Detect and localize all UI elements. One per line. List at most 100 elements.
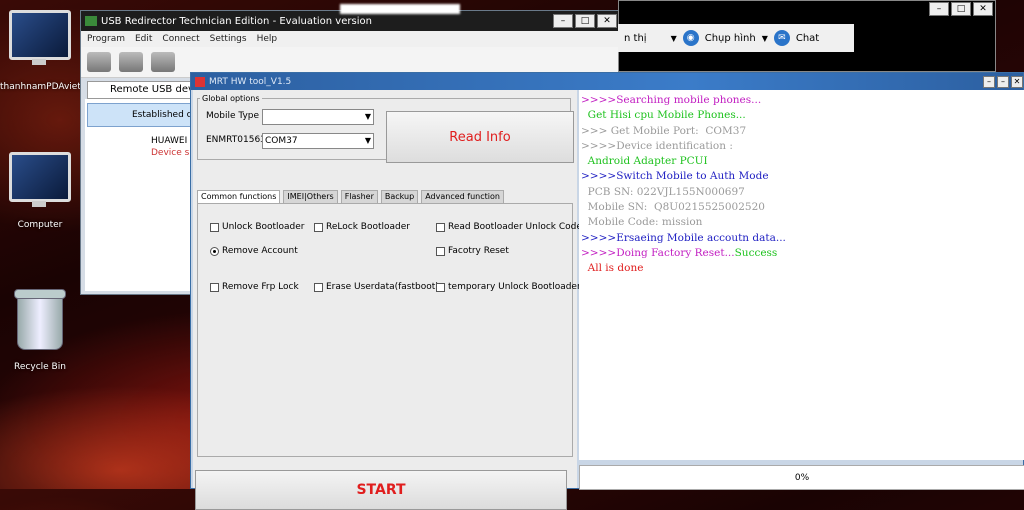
option-label: Remove Frp Lock bbox=[222, 282, 299, 292]
erase-userdata-option[interactable]: Erase Userdata(fastboot) bbox=[314, 282, 439, 292]
log-line-text: >>> Get Mobile Port: COM37 bbox=[581, 124, 747, 137]
desktop-icon-recycle-bin[interactable]: Recycle Bin bbox=[0, 289, 80, 372]
log-line-text: >>>>Device identification : bbox=[581, 139, 733, 152]
close-button[interactable]: ✕ bbox=[973, 2, 993, 16]
capture-button[interactable]: Chụp hình bbox=[705, 33, 756, 44]
port-select[interactable]: COM37 ▼ bbox=[262, 133, 374, 149]
maximize-button[interactable]: □ bbox=[575, 14, 595, 28]
minimize-button[interactable]: – bbox=[997, 75, 1009, 88]
tab-advanced-function[interactable]: Advanced function bbox=[421, 190, 504, 204]
log-line-text: All is done bbox=[581, 262, 644, 275]
start-button[interactable]: START bbox=[195, 470, 567, 510]
chat-button[interactable]: Chat bbox=[796, 33, 819, 44]
log-line: >>>>Device identification : bbox=[581, 139, 1024, 154]
log-line: >>>>Doing Factory Reset...Success bbox=[581, 246, 1024, 261]
desktop-icon-label: Computer bbox=[17, 220, 63, 230]
tab-common-functions[interactable]: Common functions bbox=[197, 190, 281, 204]
left-pane: Global options Mobile Type ▼ ENMRT01563 … bbox=[193, 90, 582, 510]
remove-account-option[interactable]: Remove Account bbox=[210, 246, 298, 256]
minimize-button[interactable]: – bbox=[929, 2, 949, 16]
relock-bootloader-option[interactable]: ReLock Bootloader bbox=[314, 222, 410, 232]
blurred-header-strip bbox=[340, 4, 460, 14]
usb-plug-icon[interactable] bbox=[119, 52, 143, 72]
log-line-text: PCB SN: 022VJL155N000697 bbox=[581, 185, 745, 198]
tab-imei-others[interactable]: IMEI|Others bbox=[283, 190, 338, 204]
option-label: ReLock Bootloader bbox=[326, 222, 410, 232]
usb-window-title: USB Redirector Technician Edition - Eval… bbox=[101, 15, 372, 27]
menu-settings[interactable]: Settings bbox=[210, 34, 247, 44]
tab-backup[interactable]: Backup bbox=[380, 190, 419, 204]
global-options-legend: Global options bbox=[202, 94, 260, 103]
recycle-bin-icon bbox=[14, 289, 66, 350]
close-button[interactable]: ✕ bbox=[597, 14, 617, 28]
port-label: ENMRT01563 bbox=[206, 135, 266, 145]
device-status: Device s bbox=[151, 148, 190, 158]
log-line-text: >>>>Switch Mobile to Auth Mode bbox=[581, 170, 769, 183]
tab-flasher[interactable]: Flasher bbox=[340, 190, 378, 204]
chevron-down-icon: ▼ bbox=[364, 112, 371, 121]
log-line: >>> Get Mobile Port: COM37 bbox=[581, 124, 1024, 139]
temporary-unlock-option[interactable]: temporary Unlock Bootloader bbox=[436, 282, 581, 292]
chat-icon[interactable]: ✉ bbox=[773, 30, 790, 46]
imac-icon bbox=[9, 10, 71, 65]
log-line-suffix: Success bbox=[734, 246, 778, 259]
option-label: Read Bootloader Unlock Code bbox=[448, 222, 582, 232]
minimize-button[interactable]: – bbox=[553, 14, 573, 28]
dropdown-arrow-icon[interactable]: ▼ bbox=[762, 34, 768, 43]
menu-help[interactable]: Help bbox=[257, 34, 278, 44]
function-tabs: Common functions IMEI|Others Flasher Bac… bbox=[197, 190, 504, 204]
desktop-icon-label: thanhnamPDAviet bbox=[0, 82, 81, 92]
desktop-icon-computer[interactable]: Computer bbox=[0, 152, 80, 230]
log-line-text: Android Adapter PCUI bbox=[581, 155, 708, 168]
chevron-down-icon: ▼ bbox=[364, 136, 371, 145]
mrt-app-icon bbox=[195, 76, 205, 87]
usb-titlebar[interactable]: USB Redirector Technician Edition - Eval… bbox=[81, 11, 621, 31]
tree-item-huawei[interactable]: HUAWEI Device s bbox=[151, 135, 189, 159]
checkbox[interactable] bbox=[436, 222, 445, 232]
checkbox[interactable] bbox=[314, 282, 323, 292]
mrt-titlebar[interactable]: MRT HW tool_V1.5 – – ✕ bbox=[191, 73, 1023, 90]
option-label: Unlock Bootloader bbox=[222, 222, 305, 232]
checkbox[interactable] bbox=[210, 222, 219, 232]
read-unlock-code-option[interactable]: Read Bootloader Unlock Code bbox=[436, 222, 582, 232]
option-label: temporary Unlock Bootloader bbox=[448, 282, 581, 292]
log-line: >>>>Switch Mobile to Auth Mode bbox=[581, 169, 1024, 184]
read-info-button[interactable]: Read Info bbox=[386, 111, 574, 163]
log-line: Mobile SN: Q8U0215525002520 bbox=[581, 200, 1024, 215]
log-line: >>>>Ersaeing Mobile accoutn data... bbox=[581, 231, 1024, 246]
common-functions-panel: Unlock Bootloader ReLock Bootloader Read… bbox=[197, 203, 582, 457]
desktop-icon-label: Recycle Bin bbox=[14, 362, 66, 372]
log-line: PCB SN: 022VJL155N000697 bbox=[581, 185, 1024, 200]
remove-frp-option[interactable]: Remove Frp Lock bbox=[210, 282, 299, 292]
global-options-group: Global options Mobile Type ▼ ENMRT01563 … bbox=[197, 94, 574, 163]
progress-percent: 0% bbox=[794, 472, 810, 483]
menu-program[interactable]: Program bbox=[87, 34, 125, 44]
log-line: Android Adapter PCUI bbox=[581, 154, 1024, 169]
usb-plug-icon[interactable] bbox=[151, 52, 175, 72]
menu-edit[interactable]: Edit bbox=[135, 34, 152, 44]
disconnect-icon[interactable] bbox=[87, 52, 111, 72]
factory-reset-option[interactable]: Facotry Reset bbox=[436, 246, 509, 256]
chat-toolbar: n thị ▼ ◉ Chụp hình ▼ ✉ Chat bbox=[618, 24, 854, 52]
port-value: COM37 bbox=[265, 136, 298, 146]
log-output: >>>>Searching mobile phones... Get Hisi … bbox=[579, 90, 1024, 460]
computer-icon bbox=[9, 152, 71, 207]
unlock-bootloader-option[interactable]: Unlock Bootloader bbox=[210, 222, 305, 232]
radio-button[interactable] bbox=[210, 246, 219, 256]
desktop-icon-thanhnam[interactable]: thanhnamPDAviet bbox=[0, 10, 81, 92]
maximize-button[interactable]: □ bbox=[951, 2, 971, 16]
checkbox[interactable] bbox=[210, 282, 219, 292]
dropdown-arrow-icon[interactable]: ▼ bbox=[671, 34, 677, 43]
tree-item-established[interactable]: Established co bbox=[87, 103, 195, 127]
menu-connect[interactable]: Connect bbox=[162, 34, 199, 44]
log-line: All is done bbox=[581, 261, 1024, 276]
checkbox[interactable] bbox=[436, 282, 445, 292]
log-line-text: Mobile Code: mission bbox=[581, 216, 703, 229]
minimize-button[interactable]: – bbox=[983, 75, 995, 88]
close-button[interactable]: ✕ bbox=[1011, 75, 1023, 88]
checkbox[interactable] bbox=[314, 222, 323, 232]
mobile-type-select[interactable]: ▼ bbox=[262, 109, 374, 125]
camera-icon[interactable]: ◉ bbox=[682, 30, 699, 46]
checkbox[interactable] bbox=[436, 246, 445, 256]
log-line: Mobile Code: mission bbox=[581, 215, 1024, 230]
